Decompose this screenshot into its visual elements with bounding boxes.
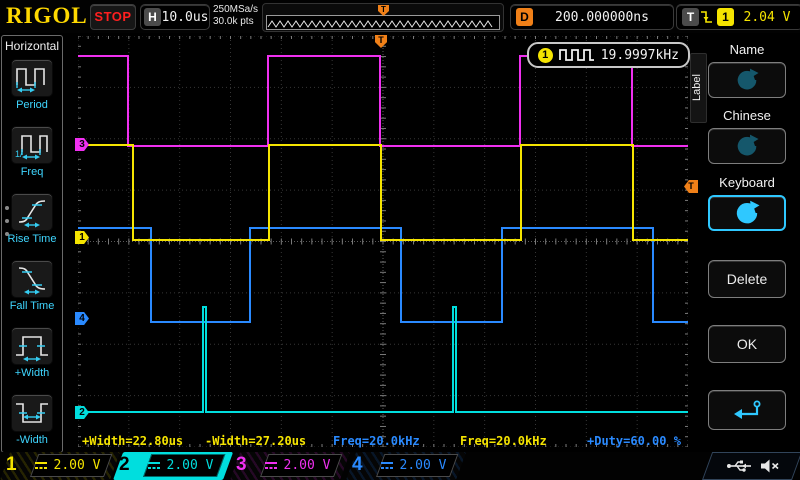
enter-arrow-icon xyxy=(730,398,764,422)
cycle-icon xyxy=(735,134,759,158)
softkey-keyboard-button[interactable] xyxy=(708,195,786,231)
measurement-row: +Width=22.80us -Width=27.20us Freq=20.0kHz… xyxy=(76,434,690,449)
channel-1-indicator[interactable]: 1 2.00 V xyxy=(0,452,110,480)
channel-scale-value: 2.00 V xyxy=(167,458,214,473)
horizontal-icon: H xyxy=(144,8,161,26)
speaker-muted-icon xyxy=(760,458,780,474)
dc-coupling-icon xyxy=(147,461,161,471)
channel-2-indicator[interactable]: 2 2.00 V xyxy=(113,452,223,480)
channel-scale-value: 2.00 V xyxy=(54,458,101,473)
right-softkey-menu: Label Name Chinese Keyboard Delete OK xyxy=(688,33,800,452)
square-wave-icon xyxy=(559,49,595,61)
counter-source-badge: 1 xyxy=(538,48,553,63)
channel-scale-value: 2.00 V xyxy=(284,458,331,473)
channel-4-indicator[interactable]: 4 2.00 V xyxy=(346,452,456,480)
timebase-value: 10.0us xyxy=(161,10,209,25)
delay-value: 200.000000ns xyxy=(533,10,671,25)
trigger-level-value: 2.04 V xyxy=(734,10,800,25)
measurement-2: -Width=27.20us xyxy=(205,434,306,448)
measurement-4: Freq=20.0kHz xyxy=(460,434,547,448)
menu-item-minus-width[interactable]: -Width xyxy=(2,394,62,446)
trigger-control[interactable]: T 1 2.04 V xyxy=(676,4,800,30)
cycle-icon xyxy=(735,68,759,92)
channel-scale-box: 2.00 V xyxy=(143,454,217,477)
softkey-delete-button[interactable]: Delete xyxy=(708,260,786,298)
cycle-icon xyxy=(734,200,760,226)
freq-icon: 1/ xyxy=(11,126,53,164)
softkey-chinese-label: Chinese xyxy=(708,108,786,123)
softkey-name-label: Name xyxy=(708,42,786,57)
top-status-bar: RIGOL STOP H 10.0us 250MSa/s 30.0k pts T… xyxy=(0,0,800,33)
svg-text:1/: 1/ xyxy=(15,149,23,159)
fall-time-icon xyxy=(11,260,53,298)
softkey-name-button[interactable] xyxy=(708,62,786,98)
acquisition-info: 250MSa/s 30.0k pts xyxy=(213,4,258,28)
trigger-icon: T xyxy=(682,8,699,26)
menu-item-fall-time[interactable]: Fall Time xyxy=(2,260,62,312)
channel-number: 3 xyxy=(236,454,247,476)
oscilloscope-screen: RIGOL STOP H 10.0us 250MSa/s 30.0k pts T… xyxy=(0,0,800,480)
channel-number: 4 xyxy=(352,454,363,476)
measurement-3: Freq=20.0kHz xyxy=(333,434,420,448)
menu-item-period[interactable]: Period xyxy=(2,59,62,111)
softkey-ok-button[interactable]: OK xyxy=(708,325,786,363)
timebase-control[interactable]: H 10.0us xyxy=(140,4,210,30)
period-icon xyxy=(11,59,53,97)
minus-width-icon xyxy=(11,394,53,432)
memory-window xyxy=(266,15,500,30)
page-indicator-dot xyxy=(5,219,9,223)
frequency-counter: 1 19.9997kHz xyxy=(527,42,690,68)
memory-waveform-icon xyxy=(267,18,497,29)
graticule xyxy=(78,36,688,447)
menu-item-plus-width[interactable]: +Width xyxy=(2,327,62,379)
menu-tab-label: Label xyxy=(690,53,707,123)
dc-coupling-icon xyxy=(34,461,48,471)
plus-width-icon xyxy=(11,327,53,365)
measurement-5: +Duty=60.00 % xyxy=(587,434,681,448)
memory-depth: 30.0k pts xyxy=(213,16,258,28)
run-state-indicator[interactable]: STOP xyxy=(90,4,136,30)
bottom-channel-bar: 1 2.00 V 2 2.00 V 3 2.00 V 4 2.00 V xyxy=(0,452,800,480)
softkey-chinese-button[interactable] xyxy=(708,128,786,164)
softkey-enter-button[interactable] xyxy=(708,390,786,430)
softkey-keyboard-label: Keyboard xyxy=(708,175,786,190)
dc-coupling-icon xyxy=(380,461,394,471)
status-block xyxy=(702,452,792,480)
channel-scale-box: 2.00 V xyxy=(376,454,450,477)
waveform-display: 1 19.9997kHz +Width=22.80us -Width=27.20u… xyxy=(76,33,690,452)
sample-rate: 250MSa/s xyxy=(213,4,258,16)
memory-position-bar[interactable]: T xyxy=(262,3,504,32)
rise-time-icon xyxy=(11,193,53,231)
falling-edge-icon xyxy=(699,8,714,26)
channel-scale-box: 2.00 V xyxy=(30,454,104,477)
left-function-menu: Horizontal Period 1/ xyxy=(1,35,63,453)
menu-item-rise-time[interactable]: Rise Time xyxy=(2,193,62,245)
page-indicator-dot xyxy=(5,232,9,236)
channel-scale-box: 2.00 V xyxy=(260,454,334,477)
counter-value: 19.9997kHz xyxy=(601,48,679,63)
delay-icon: D xyxy=(516,8,533,26)
channel-number: 2 xyxy=(119,454,130,476)
rigol-logo: RIGOL xyxy=(6,3,88,29)
measurement-1: +Width=22.80us xyxy=(82,434,183,448)
menu-item-freq[interactable]: 1/ Freq xyxy=(2,126,62,178)
page-indicator-dot xyxy=(5,206,9,210)
dc-coupling-icon xyxy=(264,461,278,471)
channel-number: 1 xyxy=(6,454,17,476)
delay-control[interactable]: D 200.000000ns xyxy=(510,4,674,30)
left-menu-title: Horizontal xyxy=(2,39,62,53)
channel-scale-value: 2.00 V xyxy=(400,458,447,473)
trigger-source-badge: 1 xyxy=(717,8,734,26)
usb-icon xyxy=(726,458,752,474)
channel-3-indicator[interactable]: 3 2.00 V xyxy=(230,452,340,480)
